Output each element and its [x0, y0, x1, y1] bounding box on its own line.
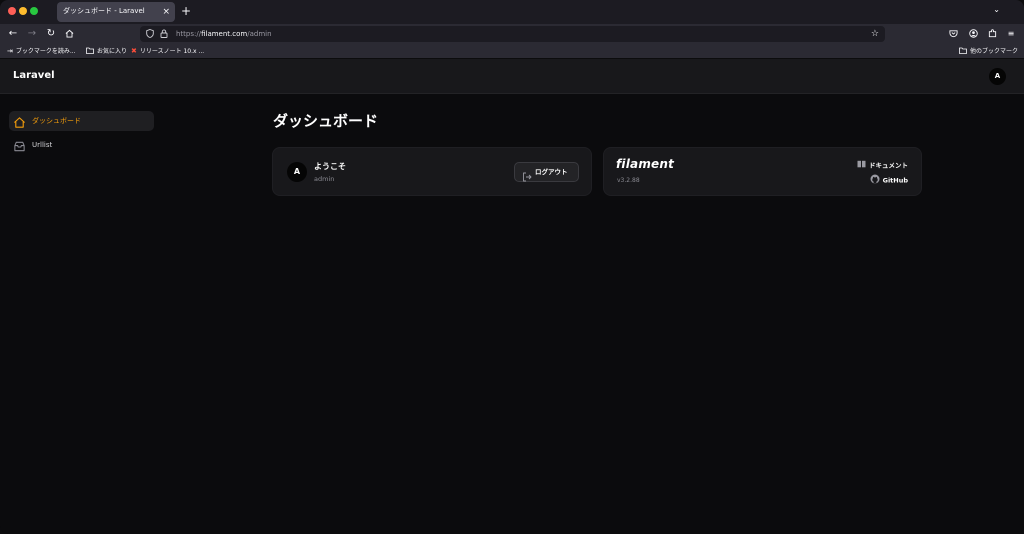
extensions-icon[interactable]	[985, 26, 999, 42]
maximize-window-button[interactable]	[30, 7, 38, 15]
sidebar-item-label: Urllist	[32, 141, 53, 149]
new-tab-button[interactable]: +	[181, 3, 191, 19]
filament-info-widget: filament v3.2.88 ドキュメント GitHub	[603, 147, 922, 196]
filament-logo: filament	[616, 157, 675, 171]
welcome-username: admin	[314, 175, 335, 183]
bookmark-release-notes[interactable]: ✖ リリースノート 10.x ...	[131, 44, 204, 58]
github-icon	[870, 174, 880, 187]
filament-version: v3.2.88	[617, 177, 640, 184]
laravel-icon: ✖	[131, 47, 137, 55]
sidebar: ダッシュボード Urllist	[0, 95, 160, 534]
user-menu-avatar[interactable]: A	[989, 68, 1006, 85]
inbox-icon	[13, 138, 26, 152]
tab-list-icon[interactable]: ⌄	[993, 5, 1000, 14]
lock-icon[interactable]	[160, 26, 168, 44]
bookmark-star-icon[interactable]: ☆	[871, 26, 879, 42]
documentation-link[interactable]: ドキュメント	[857, 160, 908, 170]
sidebar-item-dashboard[interactable]: ダッシュボード	[9, 111, 154, 131]
logout-button[interactable]: ログアウト	[514, 162, 579, 182]
account-icon[interactable]	[966, 26, 980, 42]
logout-icon	[522, 167, 532, 182]
page-title: ダッシュボード	[273, 112, 379, 130]
tab-dashboard[interactable]: ダッシュボード - Laravel ×	[57, 2, 175, 22]
sidebar-item-urllist[interactable]: Urllist	[9, 135, 154, 155]
tab-close-icon[interactable]: ×	[162, 5, 170, 19]
forward-icon[interactable]: →	[25, 26, 39, 42]
menu-icon[interactable]: ≡	[1004, 26, 1018, 42]
navigation-bar: ← → ↻ https://filament.com/admin ☆ ≡	[0, 24, 1024, 44]
github-link[interactable]: GitHub	[870, 174, 908, 187]
app-header: Laravel A	[0, 59, 1024, 94]
bookmarks-bar: ⇥ ブックマークを読み... お気に入り ✖ リリースノート 10.x ... 他の…	[0, 44, 1024, 59]
folder-icon	[959, 44, 967, 58]
tab-strip: ダッシュボード - Laravel × + ⌄	[0, 0, 1024, 24]
brand-logo[interactable]: Laravel	[13, 70, 55, 81]
reload-icon[interactable]: ↻	[44, 26, 58, 42]
sidebar-item-label: ダッシュボード	[32, 117, 81, 125]
bookmark-import[interactable]: ⇥ ブックマークを読み...	[7, 44, 76, 58]
tab-title: ダッシュボード - Laravel	[63, 7, 145, 15]
url-bar[interactable]: https://filament.com/admin ☆	[140, 26, 885, 42]
shield-icon[interactable]	[146, 26, 154, 44]
folder-icon	[86, 44, 94, 58]
account-widget: A ようこそ admin ログアウト	[272, 147, 592, 196]
avatar: A	[287, 162, 307, 182]
close-window-button[interactable]	[8, 7, 16, 15]
logout-label: ログアウト	[535, 168, 568, 176]
browser-window: ダッシュボード - Laravel × + ⌄ ← → ↻ https://fi…	[0, 0, 1024, 534]
other-bookmarks[interactable]: 他のブックマーク	[959, 44, 1018, 58]
minimize-window-button[interactable]	[19, 7, 27, 15]
pocket-icon[interactable]	[946, 26, 960, 42]
back-icon[interactable]: ←	[6, 26, 20, 42]
url-text[interactable]: https://filament.com/admin	[176, 26, 272, 42]
home-icon	[13, 114, 26, 128]
welcome-title: ようこそ	[314, 162, 346, 171]
bookmark-favorites[interactable]: お気に入り	[86, 44, 127, 58]
book-icon	[857, 160, 866, 171]
import-icon: ⇥	[7, 47, 13, 55]
home-icon[interactable]	[62, 26, 76, 44]
